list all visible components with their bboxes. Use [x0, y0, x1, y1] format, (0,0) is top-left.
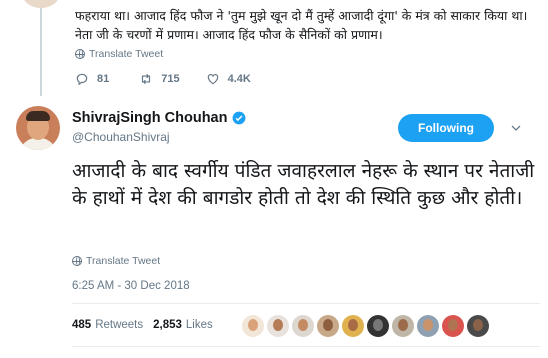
- verified-badge-icon: [233, 111, 246, 125]
- tweet-actions: 81 715 4.4K: [75, 72, 281, 86]
- following-button[interactable]: Following: [398, 114, 494, 142]
- globe-icon: [75, 49, 85, 59]
- liker-avatar[interactable]: [292, 315, 314, 337]
- likes-stat[interactable]: 2,853 Likes: [153, 319, 213, 331]
- liker-avatar[interactable]: [267, 315, 289, 337]
- retweet-count: 485: [72, 319, 92, 331]
- chevron-down-icon[interactable]: [510, 122, 522, 134]
- reply-button[interactable]: 81: [75, 72, 109, 86]
- likes-label: Likes: [185, 319, 213, 331]
- retweets-stat[interactable]: 485 Retweets: [72, 319, 143, 331]
- retweets-label: Retweets: [95, 319, 144, 331]
- previous-tweet-avatar[interactable]: [22, 0, 60, 8]
- liker-avatar[interactable]: [467, 315, 489, 337]
- avatar-hair: [26, 111, 50, 121]
- translate-tweet-link[interactable]: Translate Tweet: [72, 255, 160, 267]
- previous-tweet: फहराया था। आजाद हिंद फौज ने 'तुम मुझे खू…: [0, 0, 548, 100]
- tweet-timestamp[interactable]: 6:25 AM - 30 Dec 2018: [72, 280, 190, 292]
- reply-count: 81: [97, 73, 110, 85]
- globe-icon: [72, 256, 82, 266]
- reply-icon: [76, 73, 88, 86]
- like-button[interactable]: 4.4K: [206, 72, 251, 86]
- liker-avatar[interactable]: [417, 315, 439, 337]
- divider: [72, 303, 540, 304]
- liker-avatar[interactable]: [242, 315, 264, 337]
- thread-line: [40, 0, 42, 96]
- liker-avatar[interactable]: [442, 315, 464, 337]
- liker-avatars: [242, 315, 489, 337]
- translate-tweet-label: Translate Tweet: [89, 48, 164, 60]
- retweet-icon: [142, 73, 151, 85]
- author-name[interactable]: ShivrajSingh Chouhan: [72, 110, 246, 126]
- author-handle[interactable]: @ChouhanShivraj: [72, 130, 170, 144]
- retweet-count: 715: [161, 73, 180, 85]
- avatar[interactable]: [16, 106, 60, 150]
- liker-avatar[interactable]: [392, 315, 414, 337]
- tweet-text: आजादी के बाद स्वर्गीय पंडित जवाहरलाल नेह…: [72, 160, 535, 209]
- like-count: 2,853: [153, 319, 182, 331]
- author-name-text: ShivrajSingh Chouhan: [72, 110, 228, 126]
- liker-avatar[interactable]: [317, 315, 339, 337]
- divider: [72, 346, 540, 347]
- retweet-button[interactable]: 715: [139, 72, 180, 86]
- tweet-stats: 485 Retweets 2,853 Likes: [72, 319, 223, 331]
- liker-avatar[interactable]: [367, 315, 389, 337]
- heart-icon: [207, 74, 218, 85]
- liker-avatar[interactable]: [342, 315, 364, 337]
- main-tweet: ShivrajSingh Chouhan @ChouhanShivraj Fol…: [0, 100, 548, 358]
- previous-tweet-text: फहराया था। आजाद हिंद फौज ने 'तुम मुझे खू…: [75, 8, 528, 42]
- translate-tweet-link[interactable]: Translate Tweet: [75, 48, 163, 60]
- like-count: 4.4K: [227, 73, 251, 85]
- translate-tweet-label: Translate Tweet: [86, 255, 161, 267]
